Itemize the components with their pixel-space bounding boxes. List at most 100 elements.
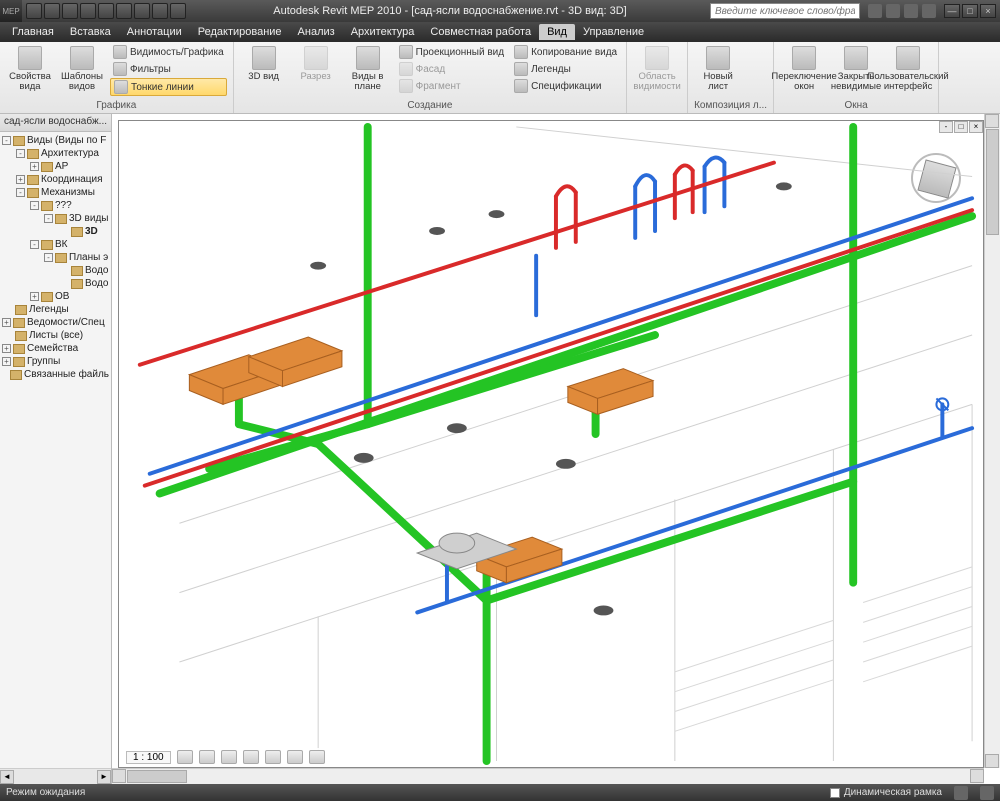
view-scale[interactable]: 1 : 100: [126, 751, 171, 764]
expand-icon[interactable]: +: [2, 344, 11, 353]
expand-icon[interactable]: +: [2, 357, 11, 366]
qat-modify-icon[interactable]: [134, 3, 150, 19]
tree-node[interactable]: +Группы: [0, 355, 111, 368]
viewport-vscroll[interactable]: [984, 114, 1000, 768]
thin-lines-button[interactable]: Тонкие линии: [110, 78, 227, 96]
viewport[interactable]: - □ ×: [112, 114, 1000, 784]
scroll-right-icon[interactable]: ►: [97, 770, 111, 784]
tree-node[interactable]: -3D виды: [0, 212, 111, 225]
tree-node[interactable]: +Координация: [0, 173, 111, 186]
tab-управление[interactable]: Управление: [575, 24, 652, 40]
hscroll-thumb[interactable]: [127, 770, 187, 783]
visibility-graphics-button[interactable]: Видимость/Графика: [110, 44, 227, 60]
scroll-track[interactable]: [14, 770, 97, 784]
tab-главная[interactable]: Главная: [4, 24, 62, 40]
tree-node[interactable]: Водо: [0, 277, 111, 290]
filter-status-icon[interactable]: [954, 786, 968, 800]
facade-button[interactable]: Фасад: [396, 61, 507, 77]
qat-sync-icon[interactable]: [152, 3, 168, 19]
tree-node[interactable]: +Ведомости/Спец: [0, 316, 111, 329]
new-sheet-button[interactable]: Новый лист: [694, 44, 742, 95]
tab-редактирование[interactable]: Редактирование: [190, 24, 290, 40]
qat-open-icon[interactable]: [44, 3, 60, 19]
expand-icon[interactable]: +: [2, 318, 11, 327]
plan-views-button[interactable]: Виды в плане: [344, 44, 392, 95]
section-button[interactable]: Разрез: [292, 44, 340, 84]
tab-вид[interactable]: Вид: [539, 24, 575, 40]
expand-icon[interactable]: -: [30, 240, 39, 249]
tree-node[interactable]: -ВК: [0, 238, 111, 251]
visual-style-icon[interactable]: [199, 750, 215, 764]
browser-tab[interactable]: сад-ясли водоснабж...: [0, 114, 111, 132]
viewport-hscroll[interactable]: [112, 768, 984, 784]
tab-аннотации[interactable]: Аннотации: [119, 24, 190, 40]
tree-node[interactable]: +Семейства: [0, 342, 111, 355]
qat-undo-icon[interactable]: [80, 3, 96, 19]
search-input[interactable]: [710, 3, 860, 19]
tree-node[interactable]: Листы (все): [0, 329, 111, 342]
help-icon[interactable]: [922, 4, 936, 18]
expand-icon[interactable]: -: [44, 214, 53, 223]
switch-windows-button[interactable]: Переключение окон: [780, 44, 828, 95]
legends-button[interactable]: Легенды: [511, 61, 620, 77]
filters-button[interactable]: Фильтры: [110, 61, 227, 77]
scroll-left-icon[interactable]: ◄: [0, 770, 14, 784]
infocenter-icon[interactable]: [868, 4, 882, 18]
qat-print-icon[interactable]: [116, 3, 132, 19]
detail-level-icon[interactable]: [177, 750, 193, 764]
browser-hscroll[interactable]: ◄ ►: [0, 768, 111, 784]
expand-icon[interactable]: +: [30, 292, 39, 301]
view-templates-button[interactable]: Шаблоны видов: [58, 44, 106, 95]
expand-icon[interactable]: +: [16, 175, 25, 184]
qat-save-icon[interactable]: [62, 3, 78, 19]
tree-node[interactable]: -Архитектура: [0, 147, 111, 160]
user-interface-button[interactable]: Пользовательский интерфейс: [884, 44, 932, 95]
expand-icon[interactable]: -: [30, 201, 39, 210]
press-drag-checkbox[interactable]: Динамическая рамка: [830, 787, 942, 798]
tab-совместная работа[interactable]: Совместная работа: [422, 24, 539, 40]
scope-box-button[interactable]: Область видимости: [633, 44, 681, 95]
vscroll-thumb[interactable]: [986, 129, 999, 235]
tree-node[interactable]: 3D: [0, 225, 111, 238]
callout-button[interactable]: Фрагмент: [396, 78, 507, 94]
app-icon[interactable]: MEP: [0, 0, 22, 22]
expand-icon[interactable]: -: [16, 188, 25, 197]
qat-new-icon[interactable]: [26, 3, 42, 19]
tab-архитектура[interactable]: Архитектура: [343, 24, 423, 40]
tree-node[interactable]: Легенды: [0, 303, 111, 316]
close-button[interactable]: ×: [980, 4, 996, 18]
comm-center-icon[interactable]: [886, 4, 900, 18]
sun-path-icon[interactable]: [221, 750, 237, 764]
tree-node[interactable]: +АР: [0, 160, 111, 173]
expand-icon[interactable]: -: [16, 149, 25, 158]
view-properties-button[interactable]: Свойства вида: [6, 44, 54, 95]
hscroll-track[interactable]: [188, 769, 970, 784]
hscroll-right-icon[interactable]: [970, 769, 984, 783]
qat-redo-icon[interactable]: [98, 3, 114, 19]
vscroll-track[interactable]: [985, 236, 1000, 754]
scroll-up-icon[interactable]: [985, 114, 999, 128]
3d-view-button[interactable]: 3D вид: [240, 44, 288, 84]
crop-region-icon[interactable]: [287, 750, 303, 764]
minimize-button[interactable]: —: [944, 4, 960, 18]
tree-node[interactable]: -Планы э: [0, 251, 111, 264]
tree-node[interactable]: +ОВ: [0, 290, 111, 303]
tree-node[interactable]: -Виды (Виды по F: [0, 134, 111, 147]
duplicate-view-button[interactable]: Копирование вида: [511, 44, 620, 60]
tab-вставка[interactable]: Вставка: [62, 24, 119, 40]
scroll-down-icon[interactable]: [985, 754, 999, 768]
editable-only-icon[interactable]: [980, 786, 994, 800]
crop-view-icon[interactable]: [265, 750, 281, 764]
tree-node[interactable]: Связанные файль: [0, 368, 111, 381]
elevation-view-button[interactable]: Проекционный вид: [396, 44, 507, 60]
hide-isolate-icon[interactable]: [309, 750, 325, 764]
tree-node[interactable]: -???: [0, 199, 111, 212]
shadows-icon[interactable]: [243, 750, 259, 764]
favorites-icon[interactable]: [904, 4, 918, 18]
tree-node[interactable]: -Механизмы: [0, 186, 111, 199]
3d-drawing[interactable]: [120, 122, 982, 766]
qat-select-icon[interactable]: [170, 3, 186, 19]
tab-анализ[interactable]: Анализ: [290, 24, 343, 40]
tree-node[interactable]: Водо: [0, 264, 111, 277]
expand-icon[interactable]: -: [44, 253, 53, 262]
